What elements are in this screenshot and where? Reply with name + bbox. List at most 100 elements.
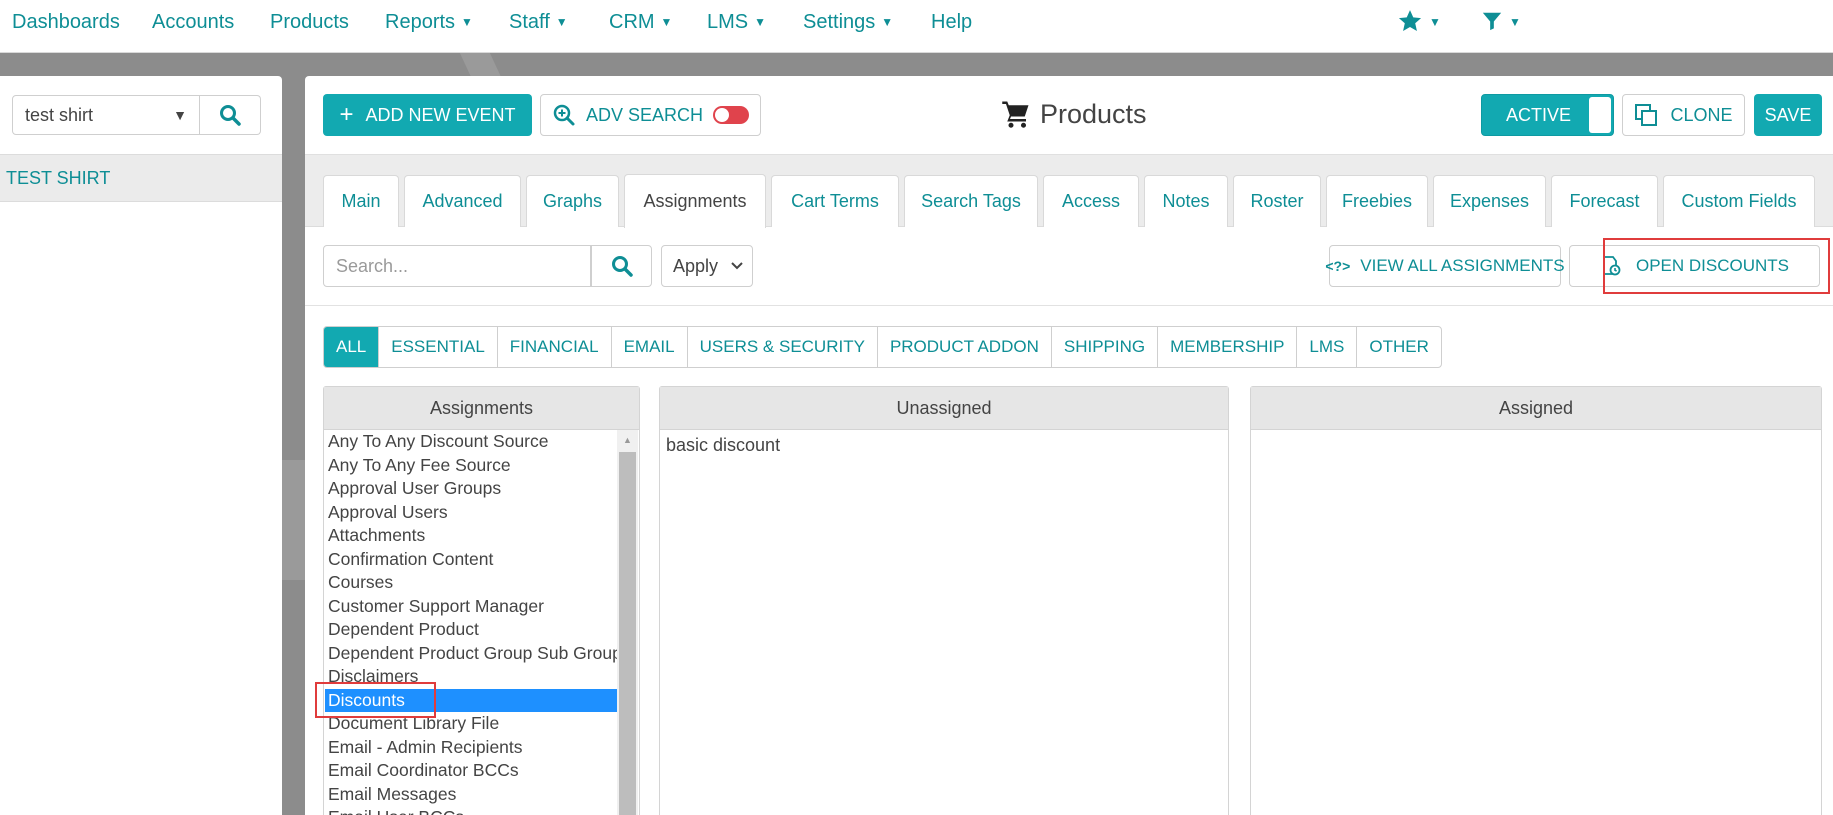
list-item[interactable]: Email Messages <box>325 783 617 807</box>
assignments-box: Assignments Any To Any Discount Source A… <box>323 386 640 815</box>
list-item[interactable]: Disclaimers <box>325 665 617 689</box>
favorites-menu[interactable]: ▼ <box>1397 0 1441 44</box>
list-item[interactable]: TEST SHIRT <box>0 154 282 202</box>
tab-notes[interactable]: Notes <box>1144 175 1228 227</box>
assignment-search-button[interactable] <box>591 245 652 287</box>
view-all-assignments-button[interactable]: <?> VIEW ALL ASSIGNMENTS <box>1325 245 1565 287</box>
assigned-list[interactable] <box>1251 430 1821 440</box>
apply-select[interactable]: Apply <box>661 245 753 287</box>
tab-access[interactable]: Access <box>1043 175 1139 227</box>
discount-tag-icon <box>1603 256 1621 276</box>
scrollbar-thumb[interactable] <box>619 452 636 815</box>
list-item[interactable]: Any To Any Discount Source <box>325 430 617 454</box>
tab-cart-terms[interactable]: Cart Terms <box>771 175 899 227</box>
filter-email[interactable]: EMAIL <box>610 327 687 367</box>
tab-freebies[interactable]: Freebies <box>1326 175 1428 227</box>
tab-search-tags[interactable]: Search Tags <box>904 175 1038 227</box>
list-item[interactable]: Courses <box>325 571 617 595</box>
adv-search-toggle[interactable] <box>713 106 750 124</box>
star-icon <box>1398 10 1422 31</box>
tab-advanced[interactable]: Advanced <box>404 175 521 227</box>
adv-search-button[interactable]: ADV SEARCH <box>540 94 761 136</box>
caret-down-icon: ▼ <box>754 15 767 29</box>
nav-help[interactable]: Help <box>931 0 972 44</box>
list-item[interactable]: Dependent Product Group Sub Group <box>325 642 617 666</box>
caret-down-icon: ▼ <box>660 15 673 29</box>
list-item[interactable]: Approval Users <box>325 501 617 525</box>
filter-product-addon[interactable]: PRODUCT ADDON <box>876 327 1051 367</box>
filter-icon <box>1482 12 1502 31</box>
list-item[interactable]: Email - Admin Recipients <box>325 736 617 760</box>
filter-lms[interactable]: LMS <box>1296 327 1356 367</box>
tab-expenses[interactable]: Expenses <box>1433 175 1546 227</box>
nav-dashboards[interactable]: Dashboards <box>12 0 120 44</box>
left-panel: test shirt ▼ TEST SHIRT <box>0 76 282 815</box>
caret-down-icon: ▼ <box>881 15 894 29</box>
nav-lms[interactable]: LMS ▼ <box>707 0 766 44</box>
assigned-box: Assigned <box>1250 386 1822 815</box>
tab-forecast[interactable]: Forecast <box>1551 175 1658 227</box>
main-panel: + ADD NEW EVENT ADV SEARCH Products ACTI… <box>305 76 1833 815</box>
list-scrollbar[interactable]: ▲ <box>617 430 638 815</box>
scroll-up-arrow-icon[interactable]: ▲ <box>617 430 638 450</box>
filter-users-security[interactable]: USERS & SECURITY <box>686 327 877 367</box>
list-item[interactable]: Customer Support Manager <box>325 595 617 619</box>
nav-settings[interactable]: Settings ▼ <box>803 0 893 44</box>
caret-down-icon: ▼ <box>1429 15 1441 29</box>
nav-reports[interactable]: Reports ▼ <box>385 0 473 44</box>
tab-bar: Main Advanced Graphs Assignments Cart Te… <box>305 154 1833 228</box>
assignments-list[interactable]: Any To Any Discount Source Any To Any Fe… <box>325 430 617 815</box>
filter-all[interactable]: ALL <box>324 327 379 367</box>
top-navigation: Dashboards Accounts Products Reports ▼ St… <box>0 0 1833 53</box>
tab-assignments[interactable]: Assignments <box>624 174 766 228</box>
tab-roster[interactable]: Roster <box>1233 175 1321 227</box>
open-discounts-button[interactable]: OPEN DISCOUNTS <box>1569 245 1820 287</box>
filter-membership[interactable]: MEMBERSHIP <box>1157 327 1296 367</box>
product-search-button[interactable] <box>200 95 261 135</box>
clone-button[interactable]: CLONE <box>1622 94 1745 136</box>
filter-financial[interactable]: FINANCIAL <box>496 327 611 367</box>
list-item[interactable]: Approval User Groups <box>325 477 617 501</box>
list-item[interactable]: Document Library File <box>325 712 617 736</box>
caret-down-icon: ▼ <box>555 15 568 29</box>
filter-shipping[interactable]: SHIPPING <box>1050 327 1157 367</box>
assignment-category-filters: ALL ESSENTIAL FINANCIAL EMAIL USERS & SE… <box>323 326 1442 368</box>
add-new-event-button[interactable]: + ADD NEW EVENT <box>323 94 532 136</box>
nav-accounts[interactable]: Accounts <box>152 0 234 44</box>
filter-other[interactable]: OTHER <box>1356 327 1441 367</box>
code-icon: <?> <box>1325 258 1351 274</box>
page-title: Products <box>1000 92 1147 136</box>
zoom-in-icon <box>553 104 575 126</box>
assignment-search-input[interactable]: Search... <box>323 245 591 287</box>
list-item[interactable]: Email User BCCs <box>325 806 617 815</box>
cart-icon <box>1002 101 1029 128</box>
list-item[interactable]: Dependent Product <box>325 618 617 642</box>
nav-crm[interactable]: CRM ▼ <box>609 0 672 44</box>
save-button[interactable]: SAVE <box>1754 94 1822 136</box>
filter-essential[interactable]: ESSENTIAL <box>378 327 497 367</box>
tab-main[interactable]: Main <box>323 175 399 227</box>
list-item[interactable]: basic discount <box>666 435 1222 456</box>
tab-custom-fields[interactable]: Custom Fields <box>1663 175 1815 227</box>
list-item[interactable]: Attachments <box>325 524 617 548</box>
product-search-select[interactable]: test shirt ▼ <box>12 95 200 135</box>
list-item[interactable]: Confirmation Content <box>325 548 617 572</box>
active-toggle[interactable]: ACTIVE <box>1481 94 1614 136</box>
filter-menu[interactable]: ▼ <box>1481 0 1521 44</box>
caret-down-icon: ▼ <box>1509 15 1521 29</box>
nav-products[interactable]: Products <box>270 0 349 44</box>
caret-down-icon: ▼ <box>461 15 473 29</box>
divider <box>305 305 1833 306</box>
tab-graphs[interactable]: Graphs <box>526 175 619 227</box>
assignments-header: Assignments <box>324 387 639 430</box>
copy-icon <box>1635 104 1658 126</box>
unassigned-header: Unassigned <box>660 387 1228 430</box>
list-item-selected[interactable]: Discounts <box>325 688 617 712</box>
chevron-down-icon <box>730 246 744 300</box>
list-item[interactable]: Any To Any Fee Source <box>325 454 617 478</box>
list-item[interactable]: Email Coordinator BCCs <box>325 759 617 783</box>
unassigned-list[interactable]: basic discount <box>660 430 1228 461</box>
caret-down-icon: ▼ <box>173 107 187 123</box>
plus-icon: + <box>339 101 354 128</box>
nav-staff[interactable]: Staff ▼ <box>509 0 568 44</box>
